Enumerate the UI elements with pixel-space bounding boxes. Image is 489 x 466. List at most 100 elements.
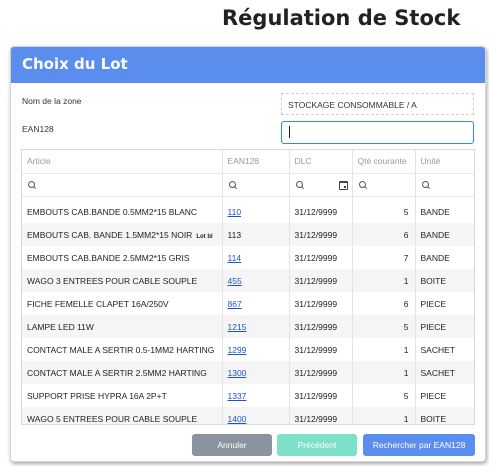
cell-article: CONTACT MALE A SERTIR 2.5MM2 HARTING — [22, 361, 223, 384]
cell-dlc: 31/12/9999 — [289, 269, 353, 292]
lot-grid: Article EAN128 DLC Qté courante Unité EM… — [21, 149, 475, 425]
cell-article: CONTACT MALE A SERTIR 0.5-1MM2 HARTING — [22, 338, 223, 361]
cell-article: FICHE FEMELLE CLAPET 16A/250V — [22, 292, 223, 315]
cell-unit: SACHET — [415, 361, 474, 384]
cell-ean128[interactable]: 455 — [222, 269, 290, 292]
table-row[interactable]: LAMPE LED 11W 1215 31/12/9999 5 PIECE — [22, 315, 474, 338]
search-icon — [295, 181, 304, 189]
article-name: EMBOUTS CAB. BANDE 1.5MM2*15 NOIR — [27, 229, 193, 240]
cell-dlc: 31/12/9999 — [289, 407, 353, 424]
ean128-value[interactable]: 455 — [228, 276, 242, 286]
ean128-value[interactable]: 1400 — [228, 414, 247, 424]
cell-unit: PIECE — [420, 298, 447, 309]
cell-unit: BANDE — [420, 252, 450, 263]
cell-quantity: 1 — [352, 338, 416, 361]
table-row[interactable]: EMBOUTS CAB.BANDE 0.5MM2*15 BLANC 110 31/1… — [22, 200, 474, 223]
search-icon — [421, 181, 430, 189]
table-row[interactable]: EMBOUTS CAB.BANDE 2.5MM2*15 GRIS 114 31/12… — [22, 246, 474, 269]
filter-article[interactable] — [22, 173, 223, 197]
ean128-value[interactable]: 867 — [228, 299, 242, 309]
cell-ean128[interactable]: 1400 — [222, 407, 290, 424]
cell-dlc: 31/12/9999 — [289, 361, 353, 384]
article-name: SUPPORT PRISE HYPRA 16A 2P+T — [27, 390, 167, 401]
column-header-unit[interactable]: Unité — [415, 150, 474, 174]
cell-quantity: 6 — [352, 292, 416, 315]
text-caret — [289, 126, 290, 138]
column-header-dlc[interactable]: DLC — [289, 150, 353, 174]
table-row[interactable]: EMBOUTS CAB. BANDE 1.5MM2*15 NOIR Lot bl 1… — [22, 223, 474, 246]
article-name: EMBOUTS CAB.BANDE 2.5MM2*15 GRIS — [27, 252, 190, 263]
cell-unit: BOITE — [415, 269, 474, 292]
table-row[interactable]: CONTACT MALE A SERTIR 0.5-1MM2 HARTING 12… — [22, 338, 474, 361]
ean-label: EAN128 — [22, 124, 54, 134]
cell-article: EMBOUTS CAB. BANDE 1.5MM2*15 NOIR Lot bl — [22, 223, 223, 246]
cell-quantity: 5 — [352, 315, 416, 338]
cancel-button[interactable]: Annuler — [192, 434, 272, 456]
cell-ean128[interactable]: 1299 — [222, 338, 290, 361]
search-icon — [228, 181, 237, 189]
cell-dlc: 31/12/9999 — [289, 200, 353, 223]
article-name: FICHE FEMELLE CLAPET 16A/250V — [27, 298, 169, 309]
ean128-value[interactable]: 110 — [228, 207, 242, 217]
cell-dlc: 31/12/9999 — [289, 223, 353, 246]
cell-ean128[interactable]: 867 — [222, 292, 290, 315]
ean128-input[interactable] — [281, 121, 474, 144]
column-header-article[interactable]: Article — [22, 150, 223, 174]
cell-article: WAGO 3 ENTREES POUR CABLE SOUPLE — [22, 269, 223, 292]
column-header-quantity[interactable]: Qté courante — [352, 150, 416, 174]
ean128-value[interactable]: 1299 — [228, 345, 247, 355]
filter-dlc[interactable] — [289, 173, 353, 197]
cell-article: EMBOUTS CAB.BANDE 0.5MM2*15 BLANC — [22, 200, 223, 223]
cell-dlc: 31/12/9999 — [289, 246, 353, 269]
ean128-value[interactable]: 114 — [228, 253, 242, 263]
cell-unit: PIECE — [415, 315, 474, 338]
cell-article: WAGO 5 ENTREES POUR CABLE SOUPLE — [22, 407, 223, 424]
table-row[interactable]: SUPPORT PRISE HYPRA 16A 2P+T 1337 31/12/99… — [22, 384, 474, 407]
filter-quantity[interactable] — [352, 173, 416, 197]
cell-ean128[interactable]: 114 — [222, 246, 290, 269]
cell-quantity: 6 — [352, 223, 416, 246]
cell-article: EMBOUTS CAB.BANDE 2.5MM2*15 GRIS — [22, 246, 223, 269]
table-row[interactable]: WAGO 5 ENTREES POUR CABLE SOUPLE 1400 31/1… — [22, 407, 474, 424]
cell-unit: SACHET — [420, 344, 455, 355]
cell-quantity: 5 — [352, 384, 416, 407]
article-name: CONTACT MALE A SERTIR 2.5MM2 HARTING — [27, 367, 207, 378]
table-row[interactable]: FICHE FEMELLE CLAPET 16A/250V 867 31/12/99… — [22, 292, 474, 315]
article-name: WAGO 3 ENTREES POUR CABLE SOUPLE — [27, 275, 198, 286]
cell-dlc: 31/12/9999 — [289, 292, 353, 315]
cell-quantity: 7 — [352, 246, 416, 269]
ean128-value[interactable]: 1337 — [228, 391, 247, 401]
filter-unit[interactable] — [415, 173, 474, 197]
cell-ean128[interactable]: 110 — [222, 200, 290, 223]
ean128-value[interactable]: 1215 — [228, 322, 247, 332]
cell-ean128[interactable]: 1300 — [222, 361, 290, 384]
lot-tag: Lot bl — [196, 233, 213, 240]
cell-quantity: 1 — [352, 269, 416, 292]
column-header-ean128[interactable]: EAN128 — [222, 150, 290, 174]
cell-unit: BANDE — [420, 206, 450, 217]
cell-unit: BANDE — [415, 223, 474, 246]
cell-ean128[interactable]: 1337 — [222, 384, 290, 407]
search-icon — [28, 181, 36, 189]
table-row[interactable]: CONTACT MALE A SERTIR 2.5MM2 HARTING 1300… — [22, 361, 474, 384]
cell-article: LAMPE LED 11W — [22, 315, 223, 338]
page-title: Régulation de Stock — [222, 6, 461, 30]
cell-ean128[interactable]: 1215 — [222, 315, 290, 338]
cell-quantity: 1 — [352, 407, 416, 424]
previous-button[interactable]: Précédent — [277, 434, 357, 456]
search-by-ean-button[interactable]: Rechercher par EAN128 — [363, 434, 475, 456]
search-icon — [358, 181, 367, 189]
calendar-icon[interactable] — [338, 180, 348, 190]
article-name: EMBOUTS CAB.BANDE 0.5MM2*15 BLANC — [27, 206, 198, 217]
table-row[interactable]: WAGO 3 ENTREES POUR CABLE SOUPLE 455 31/12… — [22, 269, 474, 292]
filter-ean128[interactable] — [222, 173, 290, 197]
cell-dlc: 31/12/9999 — [289, 315, 353, 338]
article-name: LAMPE LED 11W — [27, 321, 94, 332]
article-name: CONTACT MALE A SERTIR 0.5-1MM2 HARTING — [27, 344, 215, 355]
ean128-value[interactable]: 1300 — [228, 368, 247, 378]
cell-dlc: 31/12/9999 — [289, 338, 353, 361]
zone-value: STOCKAGE CONSOMMABLE / A — [281, 93, 474, 115]
cell-dlc: 31/12/9999 — [289, 384, 353, 407]
dialog-title: Choix du Lot — [11, 47, 485, 83]
cell-quantity: 1 — [352, 361, 416, 384]
